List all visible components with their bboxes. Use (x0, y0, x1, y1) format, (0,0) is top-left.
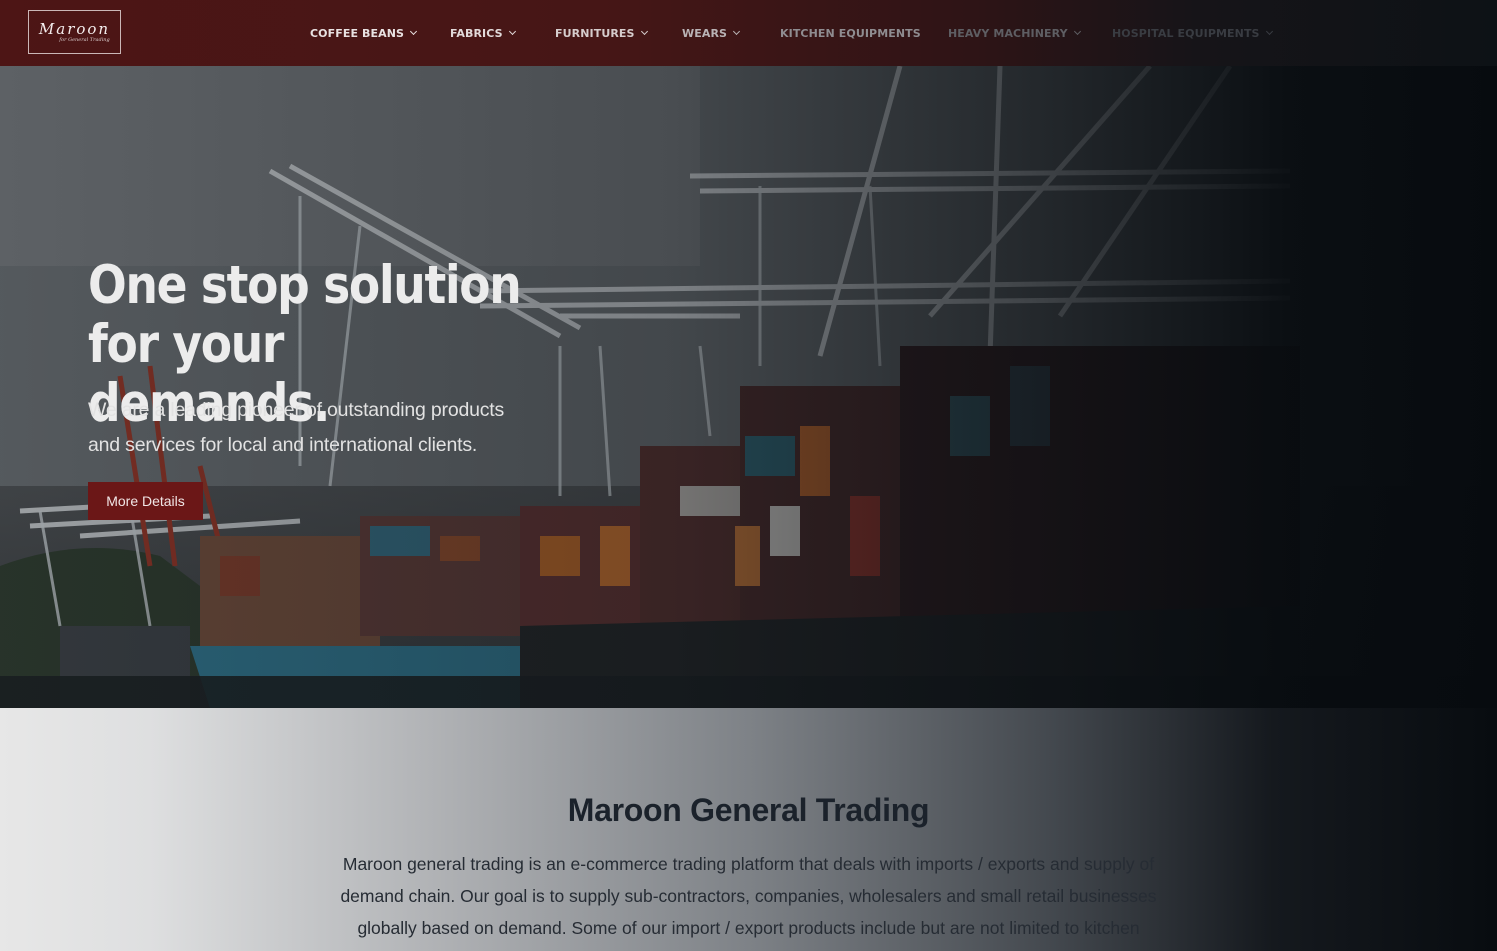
chevron-down-icon (410, 27, 418, 36)
nav-label: WEARS (682, 26, 728, 40)
nav-item-fabrics[interactable]: FABRICS (450, 25, 516, 41)
hero-section: One stop solution for your demands. We a… (0, 66, 1497, 708)
nav-item-coffee-beans[interactable]: COFFEE BEANS (310, 25, 418, 41)
logo-subtitle: for General Trading (59, 37, 110, 43)
about-title: Maroon General Trading (567, 792, 930, 828)
about-section: Maroon General Trading Maroon general tr… (0, 708, 1497, 951)
top-navbar: Maroon for General Trading COFFEE BEANS … (0, 0, 1497, 66)
nav-label: FABRICS (450, 26, 503, 40)
nav-item-wears[interactable]: WEARS (682, 25, 741, 41)
nav-item-hospital-equipments[interactable]: HOSPITAL EQUIPMENTS (1112, 25, 1273, 41)
hero-title-line-1: One stop solution (88, 255, 522, 316)
nav-item-furnitures[interactable]: FURNITURES (555, 25, 648, 41)
chevron-down-icon (508, 27, 516, 36)
nav-label: KITCHEN EQUIPMENTS (780, 26, 921, 40)
nav-label: COFFEE BEANS (310, 26, 405, 40)
nav-label: HEAVY MACHINERY (948, 26, 1068, 40)
chevron-down-icon (1073, 27, 1081, 36)
nav-label: FURNITURES (555, 26, 635, 40)
hero-subtitle: We are a leading pioneer of outstanding … (88, 393, 548, 463)
chevron-down-icon (1265, 27, 1273, 36)
chevron-down-icon (640, 27, 648, 36)
nav-label: HOSPITAL EQUIPMENTS (1112, 26, 1260, 40)
brand-logo[interactable]: Maroon for General Trading (28, 10, 121, 54)
nav-item-heavy-machinery[interactable]: HEAVY MACHINERY (948, 25, 1081, 41)
more-details-button[interactable]: More Details (88, 482, 203, 520)
chevron-down-icon (733, 27, 741, 36)
hero-subtitle-line-2: and services for local and international… (88, 434, 478, 456)
logo-script: Maroon (38, 20, 111, 38)
hero-subtitle-line-1: We are a leading pioneer of outstanding … (88, 399, 505, 421)
about-description: Maroon general trading is an e-commerce … (340, 854, 1157, 938)
nav-item-kitchen-equipments[interactable]: KITCHEN EQUIPMENTS (780, 25, 921, 41)
